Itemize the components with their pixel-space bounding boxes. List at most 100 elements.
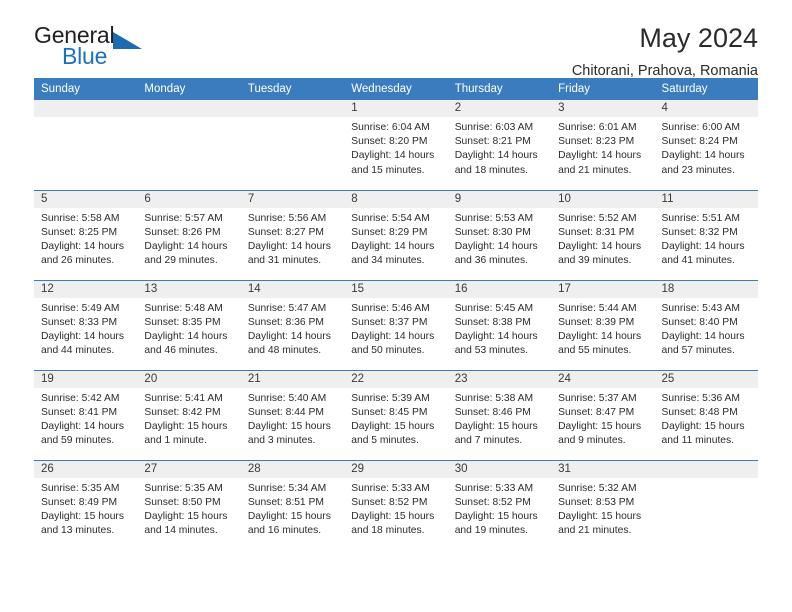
calendar-day-cell[interactable]: 24 Sunrise: 5:37 AM Sunset: 8:47 PM Dayligh… [551,369,655,460]
daylight-duration-line1: Daylight: 15 hours [247,420,331,432]
sunrise-time: Sunrise: 5:46 AM [351,302,430,314]
calendar-day-cell[interactable]: 16 Sunrise: 5:45 AM Sunset: 8:38 PM Dayligh… [447,279,552,370]
day-number: 9 [447,190,552,208]
sunrise-time: Sunrise: 6:00 AM [661,122,740,133]
daylight-duration-line2: and 53 minutes. [454,345,528,357]
day-cell-content: 20 Sunrise: 5:41 AM Sunset: 8:42 PM Dayligh… [137,370,241,460]
daylight-duration-line2: and 36 minutes. [454,255,528,267]
day-number: 27 [137,460,241,478]
sunset-time: Sunset: 8:44 PM [247,406,324,418]
weekday-header-sunday: Sunday [34,78,138,100]
daylight-duration-line1: Daylight: 14 hours [661,240,745,252]
day-cell-content: 21 Sunrise: 5:40 AM Sunset: 8:44 PM Dayligh… [240,370,345,460]
calendar-day-cell[interactable]: 26 Sunrise: 5:35 AM Sunset: 8:49 PM Dayligh… [34,459,138,551]
day-number: 12 [34,280,138,298]
calendar-day-cell[interactable]: 29 Sunrise: 5:33 AM Sunset: 8:52 PM Dayligh… [344,459,448,550]
calendar-day-cell[interactable]: 6 Sunrise: 5:57 AM Sunset: 8:26 PM Daylight… [137,189,241,280]
day-details: Sunrise: 5:45 AM Sunset: 8:38 PM Daylight:… [448,298,551,359]
calendar-day-cell[interactable]: 12 Sunrise: 5:49 AM Sunset: 8:33 PM Dayligh… [34,279,138,370]
calendar-day-cell[interactable]: 30 Sunrise: 5:33 AM Sunset: 8:52 PM Dayligh… [447,459,552,550]
calendar-day-cell[interactable]: 20 Sunrise: 5:41 AM Sunset: 8:42 PM Dayligh… [137,369,241,460]
calendar-day-cell[interactable]: 23 Sunrise: 5:38 AM Sunset: 8:46 PM Dayligh… [447,369,552,460]
sunrise-time: Sunrise: 5:56 AM [247,212,327,224]
sunrise-time: Sunrise: 5:42 AM [41,392,120,404]
daylight-duration-line2: and 59 minutes. [41,435,115,447]
sunset-time: Sunset: 8:52 PM [454,496,531,508]
calendar-day-cell[interactable]: 15 Sunrise: 5:46 AM Sunset: 8:37 PM Dayligh… [344,279,448,370]
daylight-duration-line2: and 16 minutes. [247,525,322,537]
weekday-header-saturday: Saturday [654,78,758,100]
general-blue-logo[interactable]: General Blue [34,24,164,72]
day-details: Sunrise: 6:03 AM Sunset: 8:21 PM Daylight:… [448,117,551,178]
daylight-duration-line1: Daylight: 15 hours [558,510,642,522]
day-cell-content: 14 Sunrise: 5:47 AM Sunset: 8:36 PM Dayligh… [240,280,345,370]
day-details: Sunrise: 5:42 AM Sunset: 8:41 PM Daylight:… [34,388,137,449]
day-number: 29 [344,460,448,478]
day-cell-content: 22 Sunrise: 5:39 AM Sunset: 8:45 PM Dayligh… [344,370,448,460]
calendar-day-cell[interactable]: 25 Sunrise: 5:36 AM Sunset: 8:48 PM Dayligh… [654,369,758,460]
day-number: 14 [240,280,345,298]
calendar-day-cell[interactable]: 27 Sunrise: 5:35 AM Sunset: 8:50 PM Dayligh… [137,459,241,551]
sunset-time: Sunset: 8:53 PM [558,496,635,508]
sunrise-time: Sunrise: 5:57 AM [144,212,223,224]
calendar-day-cell[interactable]: 4 Sunrise: 6:00 AM Sunset: 8:24 PM Daylight… [654,100,758,190]
sunset-time: Sunset: 8:47 PM [558,406,635,418]
daylight-duration-line1: Daylight: 14 hours [454,240,538,252]
daylight-duration-line2: and 15 minutes. [351,164,425,176]
calendar-day-cell[interactable]: 9 Sunrise: 5:53 AM Sunset: 8:30 PM Daylight… [447,189,552,280]
day-cell-content: 5 Sunrise: 5:58 AM Sunset: 8:25 PM Daylight… [34,190,138,280]
calendar-day-cell[interactable]: 1 Sunrise: 6:04 AM Sunset: 8:20 PM Daylight… [344,100,448,190]
daylight-duration-line1: Daylight: 15 hours [144,510,228,522]
calendar-day-cell[interactable]: 14 Sunrise: 5:47 AM Sunset: 8:36 PM Dayligh… [240,279,345,370]
calendar-day-cell[interactable]: 8 Sunrise: 5:54 AM Sunset: 8:29 PM Daylight… [344,189,448,280]
day-number: 2 [447,100,552,117]
daylight-duration-line1: Daylight: 14 hours [247,330,331,342]
sunrise-time: Sunrise: 5:44 AM [558,302,637,314]
day-details: Sunrise: 5:35 AM Sunset: 8:49 PM Daylight:… [34,478,137,539]
day-details: Sunrise: 5:32 AM Sunset: 8:53 PM Daylight:… [551,478,654,539]
daylight-duration-line1: Daylight: 14 hours [41,420,124,432]
daylight-duration-line2: and 34 minutes. [351,255,425,267]
day-cell-content [240,100,345,190]
day-number: 10 [551,190,655,208]
day-cell-content: 7 Sunrise: 5:56 AM Sunset: 8:27 PM Daylight… [240,190,345,280]
weekday-header-wednesday: Wednesday [344,78,448,100]
day-details: Sunrise: 5:38 AM Sunset: 8:46 PM Daylight:… [448,388,551,449]
calendar-day-cell[interactable]: 18 Sunrise: 5:43 AM Sunset: 8:40 PM Dayligh… [654,279,758,370]
daylight-duration-line1: Daylight: 14 hours [558,330,642,342]
daylight-duration-line2: and 46 minutes. [144,345,218,357]
day-number: 23 [447,370,552,388]
calendar-day-cell[interactable]: 31 Sunrise: 5:32 AM Sunset: 8:53 PM Dayligh… [551,459,655,550]
calendar-week-row: 12 Sunrise: 5:49 AM Sunset: 8:33 PM Dayligh… [34,279,758,370]
day-details: Sunrise: 6:00 AM Sunset: 8:24 PM Daylight:… [655,117,758,178]
weekday-header-friday: Friday [551,78,655,100]
day-number: 19 [34,370,138,388]
day-number: 17 [551,280,655,298]
calendar-day-cell[interactable]: 3 Sunrise: 6:01 AM Sunset: 8:23 PM Daylight… [551,100,655,190]
calendar-day-cell[interactable]: 28 Sunrise: 5:34 AM Sunset: 8:51 PM Dayligh… [240,459,345,551]
calendar-day-cell[interactable]: 13 Sunrise: 5:48 AM Sunset: 8:35 PM Dayligh… [137,279,241,370]
calendar-day-cell[interactable]: 21 Sunrise: 5:40 AM Sunset: 8:44 PM Dayligh… [240,369,345,460]
weekday-header-thursday: Thursday [447,78,552,100]
day-details: Sunrise: 5:43 AM Sunset: 8:40 PM Daylight:… [655,298,758,359]
day-cell-content: 28 Sunrise: 5:34 AM Sunset: 8:51 PM Dayligh… [240,460,345,551]
calendar-day-cell[interactable]: 2 Sunrise: 6:03 AM Sunset: 8:21 PM Daylight… [447,100,552,190]
calendar-day-cell[interactable]: 22 Sunrise: 5:39 AM Sunset: 8:45 PM Dayligh… [344,369,448,460]
page-title: May 2024 [639,23,758,53]
calendar-day-cell[interactable]: 10 Sunrise: 5:52 AM Sunset: 8:31 PM Dayligh… [551,189,655,280]
daylight-duration-line1: Daylight: 14 hours [144,330,228,342]
day-cell-content: 26 Sunrise: 5:35 AM Sunset: 8:49 PM Dayligh… [34,460,138,551]
calendar-day-cell[interactable]: 5 Sunrise: 5:58 AM Sunset: 8:25 PM Daylight… [34,189,138,280]
calendar-day-cell[interactable]: 11 Sunrise: 5:51 AM Sunset: 8:32 PM Dayligh… [654,189,758,280]
sunrise-time: Sunrise: 5:40 AM [247,392,327,404]
daylight-duration-line2: and 26 minutes. [41,255,115,267]
day-number: 20 [137,370,241,388]
day-cell-content: 23 Sunrise: 5:38 AM Sunset: 8:46 PM Dayligh… [447,370,552,460]
calendar-day-cell[interactable]: 17 Sunrise: 5:44 AM Sunset: 8:39 PM Dayligh… [551,279,655,370]
sunset-time: Sunset: 8:45 PM [351,406,428,418]
calendar-day-cell[interactable]: 7 Sunrise: 5:56 AM Sunset: 8:27 PM Daylight… [240,189,345,280]
day-cell-content: 27 Sunrise: 5:35 AM Sunset: 8:50 PM Dayligh… [137,460,241,551]
calendar-day-cell[interactable]: 19 Sunrise: 5:42 AM Sunset: 8:41 PM Dayligh… [34,369,138,460]
sunrise-time: Sunrise: 5:39 AM [351,392,430,404]
calendar-page: General Blue May 2024 Chitorani, Prahova… [0,0,792,612]
